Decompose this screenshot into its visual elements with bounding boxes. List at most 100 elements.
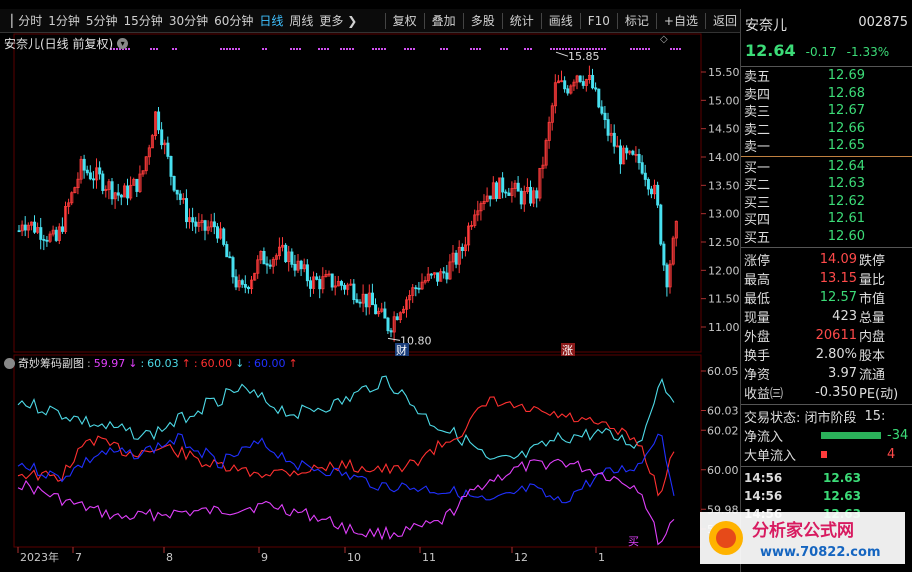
bid-row: 买五 12.60 bbox=[741, 228, 912, 246]
signal-dot bbox=[530, 48, 532, 50]
signal-dot bbox=[500, 48, 502, 50]
mark-button[interactable]: 标记 bbox=[622, 9, 652, 33]
candle-down bbox=[157, 111, 161, 131]
signal-dot bbox=[639, 48, 641, 50]
signal-dot bbox=[527, 48, 529, 50]
candle-down bbox=[191, 217, 195, 223]
trade-status-row: 交易状态: 闭市阶段 15: bbox=[741, 407, 912, 426]
back-button[interactable]: 返回 bbox=[710, 9, 740, 33]
signal-dot bbox=[223, 48, 225, 50]
signal-dot bbox=[349, 48, 351, 50]
sub-value-3: 60.00 bbox=[200, 356, 233, 370]
signal-dot bbox=[232, 48, 234, 50]
tab-30min[interactable]: 30分钟 bbox=[166, 9, 211, 33]
stat-value: 2.80% bbox=[815, 347, 857, 362]
candle-down bbox=[566, 88, 570, 94]
sub-settings-circle-icon[interactable] bbox=[4, 357, 15, 369]
multi-stock-button[interactable]: 多股 bbox=[468, 9, 498, 33]
tab-fenshi[interactable]: 分时 bbox=[15, 9, 45, 33]
candle-down bbox=[454, 252, 458, 265]
signal-dot bbox=[156, 48, 158, 50]
candle-down bbox=[42, 239, 46, 241]
stat-label: 现量 bbox=[744, 311, 771, 326]
candle-down bbox=[535, 190, 539, 199]
bid-row: 买四 12.61 bbox=[741, 210, 912, 228]
candle-down bbox=[119, 194, 123, 198]
candle-down bbox=[222, 228, 226, 245]
kline-chart[interactable]: 15.50 15.00 14.50 14.00 13.50 13.00 12.50 12.00… bbox=[0, 33, 740, 572]
signal-dot bbox=[633, 48, 635, 50]
signal-dot bbox=[290, 48, 292, 50]
sub-y-tick-label: 60.05 bbox=[707, 365, 739, 378]
chart-area[interactable]: 15.50 15.00 14.50 14.00 13.50 13.00 12.50 12.00… bbox=[0, 33, 740, 572]
sub-value-2: 60.03 bbox=[147, 356, 179, 370]
candle-down bbox=[135, 178, 139, 192]
tab-60min[interactable]: 60分钟 bbox=[211, 9, 256, 33]
sub-y-tick-label: 60.02 bbox=[707, 424, 739, 437]
stat-label-2: 流通 bbox=[859, 368, 886, 383]
tab-5min[interactable]: 5分钟 bbox=[83, 9, 121, 33]
ask-row: 卖一 12.65 bbox=[741, 137, 912, 155]
ask-price: 12.66 bbox=[827, 120, 865, 136]
candle-down bbox=[215, 226, 219, 239]
ask-label: 卖二 bbox=[744, 122, 771, 138]
logo-url: www.70822.com bbox=[760, 545, 881, 560]
fuquan-button[interactable]: 复权 bbox=[390, 9, 420, 33]
candle-down bbox=[228, 256, 232, 259]
tab-weekly[interactable]: 周线 bbox=[286, 9, 316, 33]
tab-15min[interactable]: 15分钟 bbox=[121, 9, 166, 33]
candle-down bbox=[389, 330, 393, 333]
f10-button[interactable]: F10 bbox=[585, 9, 613, 33]
main-title-text: 安奈儿(日线 前复权) bbox=[4, 37, 114, 51]
stat-row: 换手 2.80% 股本 bbox=[741, 345, 912, 364]
stat-label: 最低 bbox=[744, 292, 771, 307]
ask-list: 卖五 12.69 卖四 12.68 卖三 12.67 卖二 12.66 卖一 12.65 bbox=[741, 67, 912, 155]
candle-down bbox=[650, 188, 654, 195]
period-toolbar: ▕ 分时 1分钟 5分钟 15分钟 30分钟 60分钟 日线 周线 更多 ❯ 复… bbox=[0, 9, 740, 33]
overlay-button[interactable]: 叠加 bbox=[429, 9, 459, 33]
signal-dot bbox=[413, 48, 415, 50]
candle-down bbox=[637, 153, 641, 164]
tab-daily[interactable]: 日线 bbox=[256, 9, 286, 33]
stat-value: -0.350 bbox=[815, 385, 857, 400]
candle-down bbox=[355, 299, 359, 303]
settings-circle-icon[interactable]: ▾ bbox=[117, 38, 129, 49]
candle-down bbox=[600, 106, 604, 114]
signal-dot bbox=[128, 48, 130, 50]
candle-down bbox=[339, 281, 343, 286]
signal-dot bbox=[299, 48, 301, 50]
tab-1min[interactable]: 1分钟 bbox=[45, 9, 83, 33]
tick-price: 12.63 bbox=[823, 489, 861, 503]
arrow-down-icon: ↓ bbox=[235, 356, 245, 370]
y-tick-label: 15.50 bbox=[708, 66, 740, 79]
signal-dot bbox=[670, 48, 672, 50]
stats-button[interactable]: 统计 bbox=[507, 9, 537, 33]
draw-line-button[interactable]: 画线 bbox=[546, 9, 576, 33]
y-tick-label: 15.00 bbox=[708, 94, 740, 107]
candle-down bbox=[656, 184, 660, 206]
ask-row: 卖二 12.66 bbox=[741, 120, 912, 138]
add-watchlist-button[interactable]: +自选 bbox=[661, 9, 701, 33]
stat-row: 涨停 14.09 跌停 bbox=[741, 250, 912, 269]
candle-down bbox=[234, 276, 238, 288]
sub-y-tick-label: 60.03 bbox=[707, 405, 739, 418]
signal-dot bbox=[553, 48, 555, 50]
stat-value: 12.57 bbox=[819, 290, 857, 305]
trade-time: 15: bbox=[864, 409, 886, 424]
signal-dot bbox=[372, 48, 374, 50]
candle-down bbox=[504, 191, 508, 194]
ask-label: 卖三 bbox=[744, 105, 771, 121]
tab-more[interactable]: 更多 ❯ bbox=[316, 9, 360, 33]
candle-down bbox=[54, 229, 58, 241]
signal-dot bbox=[321, 48, 323, 50]
x-tick-label: 1 bbox=[598, 551, 605, 564]
bid-row: 买二 12.63 bbox=[741, 175, 912, 193]
candle-down bbox=[488, 195, 492, 200]
signal-dot bbox=[352, 48, 354, 50]
main-chart-title: 安奈儿(日线 前复权) ▾ bbox=[4, 35, 129, 52]
sub-value-1: 59.97 bbox=[93, 356, 126, 370]
signal-dot bbox=[172, 48, 174, 50]
bid-price: 12.60 bbox=[827, 228, 865, 244]
candle-down bbox=[414, 287, 418, 290]
signal-dot bbox=[559, 48, 561, 50]
